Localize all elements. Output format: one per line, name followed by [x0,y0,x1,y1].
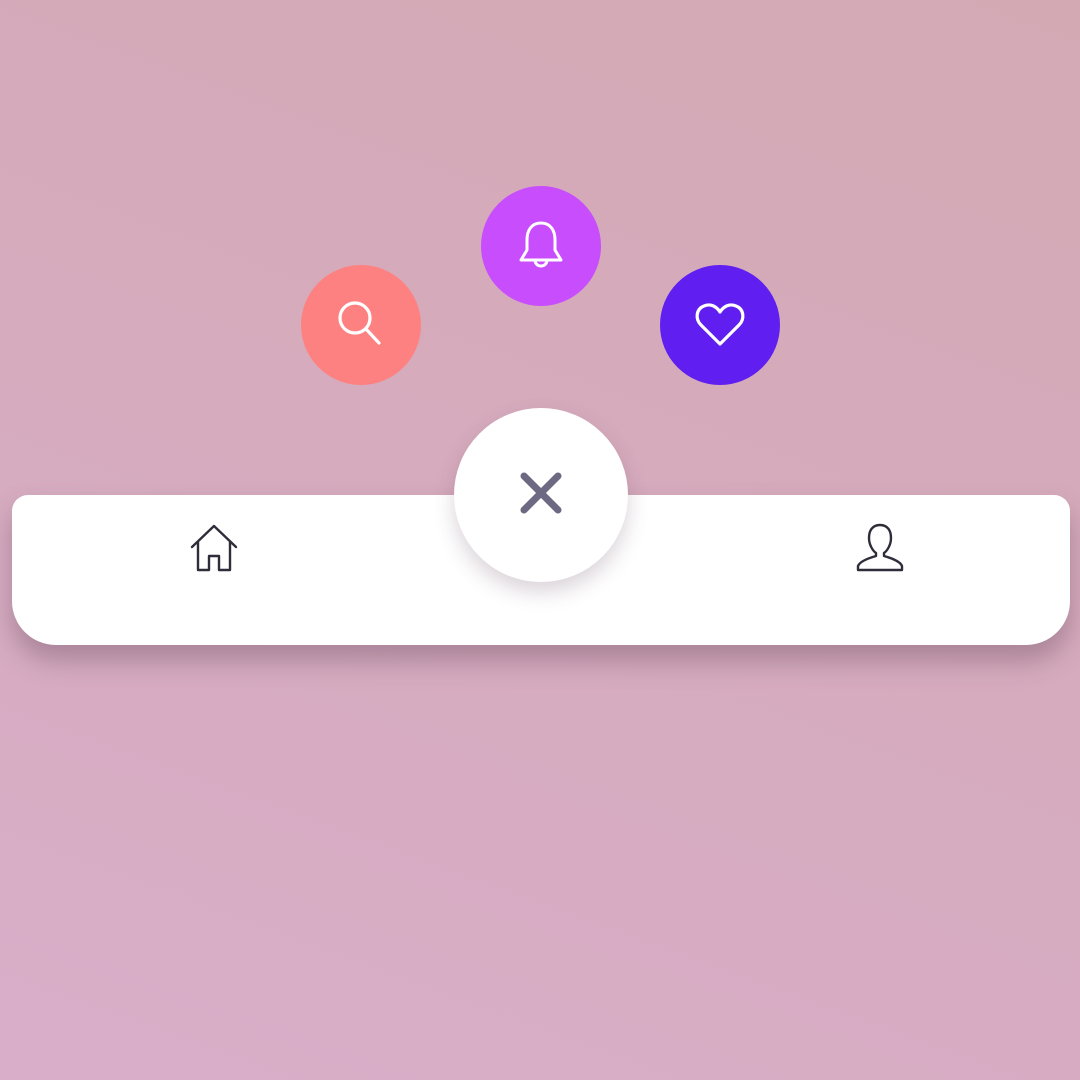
nav-profile-button[interactable] [840,510,920,590]
search-action-button[interactable] [301,265,421,385]
app-screen [0,0,1080,1080]
notifications-action-button[interactable] [481,186,601,306]
close-icon [518,470,564,521]
bell-icon [515,218,567,274]
favorites-action-button[interactable] [660,265,780,385]
close-menu-button[interactable] [454,408,628,582]
heart-icon [693,300,747,350]
user-icon [854,522,906,579]
search-icon [333,297,389,353]
nav-home-button[interactable] [174,510,254,590]
home-icon [188,522,240,579]
